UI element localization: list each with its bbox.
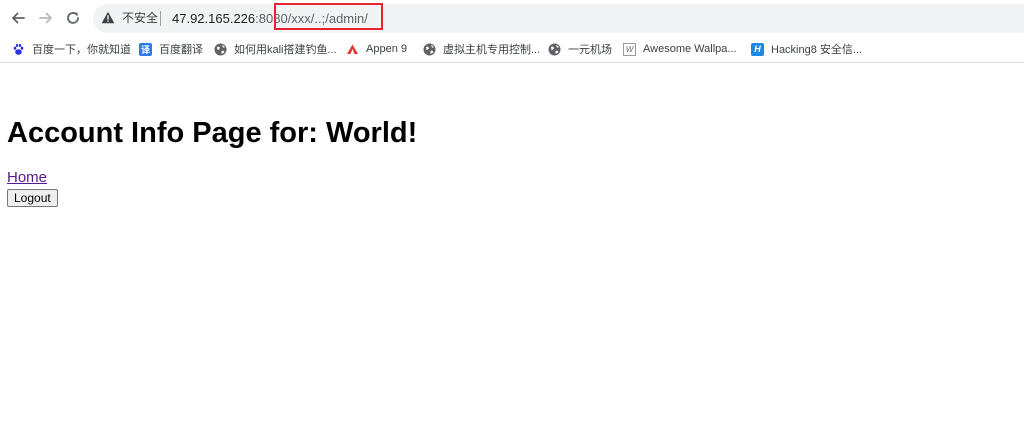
baidu-translate-icon: 译 — [139, 42, 152, 56]
bookmark-label: 如何用kali搭建钓鱼... — [234, 44, 337, 56]
browser-toolbar: 不安全 47.92.165.226:8080/xxx/..;/admin/ — [0, 0, 1024, 36]
hacking8-icon: H — [751, 42, 764, 56]
url-host: 47.92.165.226 — [172, 11, 256, 26]
bookmarks-bar: 百度一下，你就知道 译 百度翻译 如何用kali搭建钓鱼... Appen 9 — [0, 36, 1024, 63]
forward-arrow-icon — [39, 12, 52, 24]
globe-icon — [214, 43, 227, 56]
bookmark-label: Awesome Wallpa... — [643, 43, 737, 55]
reload-button[interactable] — [61, 6, 85, 30]
bookmark-label: 百度一下，你就知道 — [32, 44, 131, 56]
address-bar[interactable]: 不安全 47.92.165.226:8080/xxx/..;/admin/ — [93, 4, 1024, 33]
bookmark-baidu[interactable]: 百度一下，你就知道 — [12, 40, 131, 58]
appen-icon — [346, 43, 359, 56]
bookmark-awesome-wallpapers[interactable]: W Awesome Wallpa... — [623, 40, 737, 58]
wallpaper-icon: W — [623, 42, 636, 56]
back-button[interactable] — [6, 6, 30, 30]
bookmark-label: Appen 9 — [366, 43, 407, 55]
bookmark-appen[interactable]: Appen 9 — [346, 40, 407, 58]
warning-triangle-icon — [101, 11, 115, 24]
forward-button[interactable] — [34, 6, 58, 30]
baidu-paw-icon — [12, 43, 25, 56]
home-link[interactable]: Home — [7, 169, 47, 187]
not-secure-label[interactable]: 不安全 — [122, 10, 158, 26]
address-divider — [160, 11, 161, 26]
bookmark-label: 一元机场 — [568, 44, 612, 56]
url-path: :8080/xxx/..;/admin/ — [255, 11, 368, 26]
bookmark-kali-phishing[interactable]: 如何用kali搭建钓鱼... — [214, 40, 337, 58]
back-arrow-icon — [12, 12, 25, 24]
bookmark-yiyuan-airport[interactable]: 一元机场 — [548, 40, 612, 58]
globe-icon — [548, 43, 561, 56]
logout-button[interactable]: Logout — [7, 189, 58, 207]
bookmark-baidu-translate[interactable]: 译 百度翻译 — [139, 40, 203, 58]
url-text[interactable]: 47.92.165.226:8080/xxx/..;/admin/ — [172, 10, 368, 27]
bookmark-vhost-panel[interactable]: 虚拟主机专用控制... — [423, 40, 540, 58]
reload-icon — [67, 12, 79, 24]
bookmark-label: Hacking8 安全信... — [771, 44, 863, 56]
bookmark-label: 虚拟主机专用控制... — [443, 44, 541, 56]
page-title: Account Info Page for: World! — [7, 117, 418, 149]
globe-icon — [423, 43, 436, 56]
bookmark-label: 百度翻译 — [159, 44, 203, 56]
bookmark-hacking8[interactable]: H Hacking8 安全信... — [751, 40, 862, 58]
